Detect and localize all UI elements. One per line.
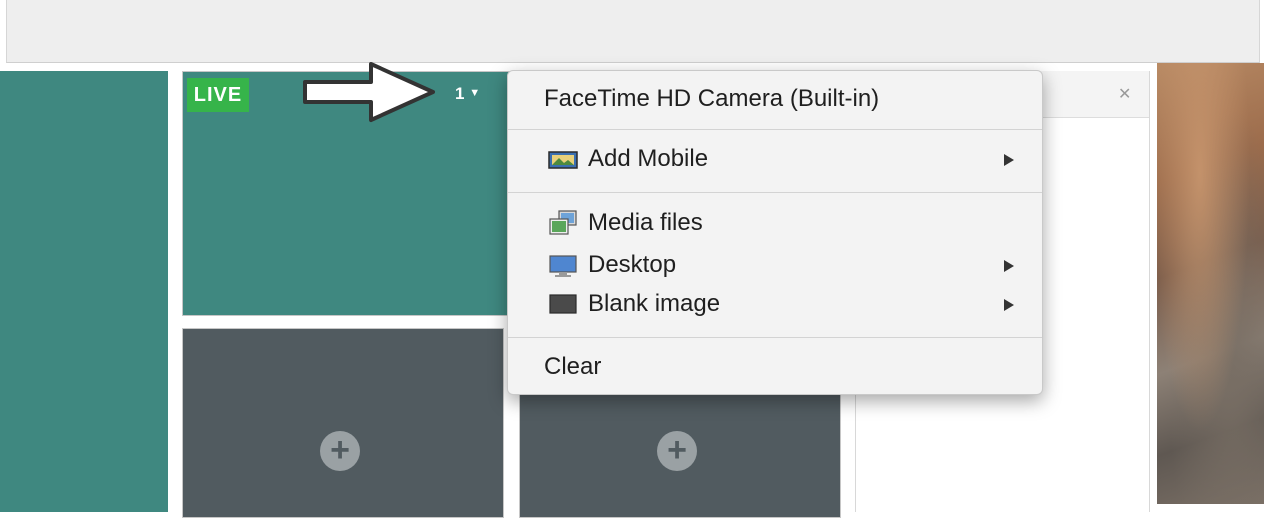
menu-item-label: Add Mobile: [588, 145, 709, 172]
menu-item-label: Desktop: [588, 251, 677, 278]
background-photo: [1157, 63, 1264, 504]
media-files-icon: [549, 210, 577, 235]
plus-circle-icon[interactable]: +: [320, 431, 360, 471]
menu-separator: [508, 192, 1042, 193]
close-icon[interactable]: ✕: [1118, 84, 1131, 104]
empty-source-tile[interactable]: +: [182, 328, 504, 518]
left-preview-panel: [0, 71, 168, 512]
menu-item-desktop[interactable]: Desktop: [508, 246, 1042, 284]
chevron-right-icon: [1004, 260, 1014, 272]
menu-separator: [508, 337, 1042, 338]
source-number: 1: [455, 84, 465, 103]
menu-item-label: Clear: [544, 353, 602, 380]
chevron-right-icon: [1004, 154, 1014, 166]
plus-circle-icon[interactable]: +: [657, 431, 697, 471]
menu-item-media-files[interactable]: Media files: [508, 204, 1042, 242]
menu-item-label: FaceTime HD Camera (Built-in): [544, 85, 880, 112]
menu-item-label: Blank image: [588, 290, 721, 317]
chevron-down-icon: ▼: [469, 87, 481, 99]
menu-item-clear[interactable]: Clear: [508, 348, 1042, 386]
menu-item-blank-image[interactable]: Blank image: [508, 285, 1042, 323]
top-toolbar: [6, 0, 1260, 63]
desktop-monitor-icon: [549, 255, 577, 277]
mobile-image-icon: [548, 151, 578, 169]
source-selector-button[interactable]: 1 ▼: [455, 84, 480, 104]
blank-image-icon: [549, 294, 577, 314]
live-source-tile[interactable]: LIVE 1 ▼: [182, 62, 512, 316]
menu-item-facetime-camera[interactable]: FaceTime HD Camera (Built-in): [508, 80, 1042, 118]
menu-item-label: Media files: [588, 209, 703, 236]
menu-item-add-mobile[interactable]: Add Mobile: [508, 140, 1042, 178]
pointer-arrow-icon: [303, 62, 435, 122]
source-context-menu: FaceTime HD Camera (Built-in) Add Mobile…: [507, 70, 1043, 395]
live-badge: LIVE: [187, 78, 249, 112]
menu-separator: [508, 129, 1042, 130]
chevron-right-icon: [1004, 299, 1014, 311]
